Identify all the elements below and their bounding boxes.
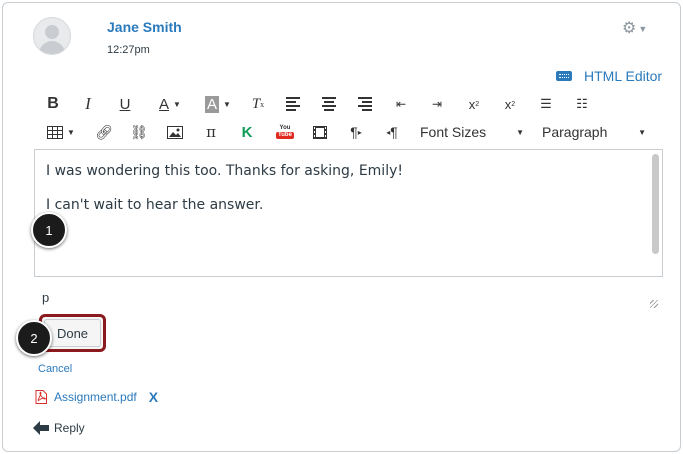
editor-paragraph: I can't wait to hear the answer. [46, 197, 264, 213]
resize-handle[interactable] [650, 300, 658, 308]
youtube-icon[interactable]: You Tube [275, 121, 295, 143]
avatar[interactable] [33, 17, 71, 55]
media-icon[interactable] [312, 121, 328, 143]
keyboard-icon [556, 71, 572, 81]
chevron-down-icon: ▼ [516, 127, 524, 137]
numbered-list-icon[interactable]: ☷ [573, 93, 591, 115]
gear-icon: ⚙ [622, 20, 637, 37]
chevron-down-icon: ▼ [638, 23, 648, 34]
bullet-list-icon[interactable]: ☰ [537, 93, 555, 115]
kaltura-icon[interactable]: K [239, 121, 255, 143]
cancel-link[interactable]: Cancel [38, 363, 72, 375]
background-color-icon[interactable]: A ▼ [200, 93, 236, 115]
superscript-icon[interactable]: x2 [465, 93, 483, 115]
post-timestamp: 12:27pm [107, 44, 150, 56]
underline-icon[interactable]: U [117, 93, 133, 115]
reply-arrow-icon [33, 421, 49, 435]
link-icon[interactable]: 🔗︎ [95, 121, 113, 143]
element-path: p [42, 290, 50, 305]
attachment: Assignment.pdf X [35, 389, 158, 405]
ltr-icon[interactable]: ¶ ▸ [347, 121, 365, 143]
table-icon[interactable]: ▼ [45, 121, 77, 143]
unlink-icon[interactable]: ⛓︎ [130, 121, 148, 143]
align-center-icon[interactable] [321, 93, 337, 115]
italic-icon[interactable]: I [81, 93, 95, 115]
font-sizes-select[interactable]: Font Sizes ▼ [420, 121, 524, 143]
chevron-down-icon: ▼ [638, 127, 646, 137]
html-editor-label: HTML Editor [584, 68, 663, 84]
remove-attachment-button[interactable]: X [149, 389, 158, 405]
bold-icon[interactable]: B [45, 93, 61, 115]
paragraph-format-select[interactable]: Paragraph ▼ [542, 121, 646, 143]
text-color-icon[interactable]: A ▼ [153, 93, 187, 115]
done-label: Done [56, 325, 89, 341]
outdent-icon[interactable]: ⇤ [393, 93, 409, 115]
rtl-icon[interactable]: ◂ ¶ [383, 121, 401, 143]
paragraph-label: Paragraph [542, 124, 608, 140]
equation-icon[interactable]: π [203, 121, 219, 143]
reply-label: Reply [54, 421, 85, 435]
editor-paragraph: I was wondering this too. Thanks for ask… [46, 163, 403, 179]
editor-scrollbar[interactable] [652, 154, 659, 254]
callout-badge-2: 2 [16, 320, 52, 356]
author-name[interactable]: Jane Smith [107, 19, 182, 35]
align-left-icon[interactable] [285, 93, 301, 115]
font-sizes-label: Font Sizes [420, 124, 487, 140]
reply-link[interactable]: Reply [33, 421, 85, 435]
pdf-file-icon [35, 390, 47, 404]
image-icon[interactable] [167, 121, 183, 143]
rich-content-editor[interactable]: I was wondering this too. Thanks for ask… [34, 149, 663, 277]
callout-badge-1: 1 [31, 212, 67, 248]
attachment-filename[interactable]: Assignment.pdf [54, 390, 137, 404]
settings-menu[interactable]: ⚙ ▼ [622, 18, 647, 38]
subscript-icon[interactable]: x2 [501, 93, 519, 115]
align-right-icon[interactable] [357, 93, 373, 115]
clear-formatting-icon[interactable]: Tx [249, 93, 267, 115]
html-editor-toggle[interactable]: HTML Editor [556, 68, 662, 84]
indent-icon[interactable]: ⇥ [429, 93, 445, 115]
